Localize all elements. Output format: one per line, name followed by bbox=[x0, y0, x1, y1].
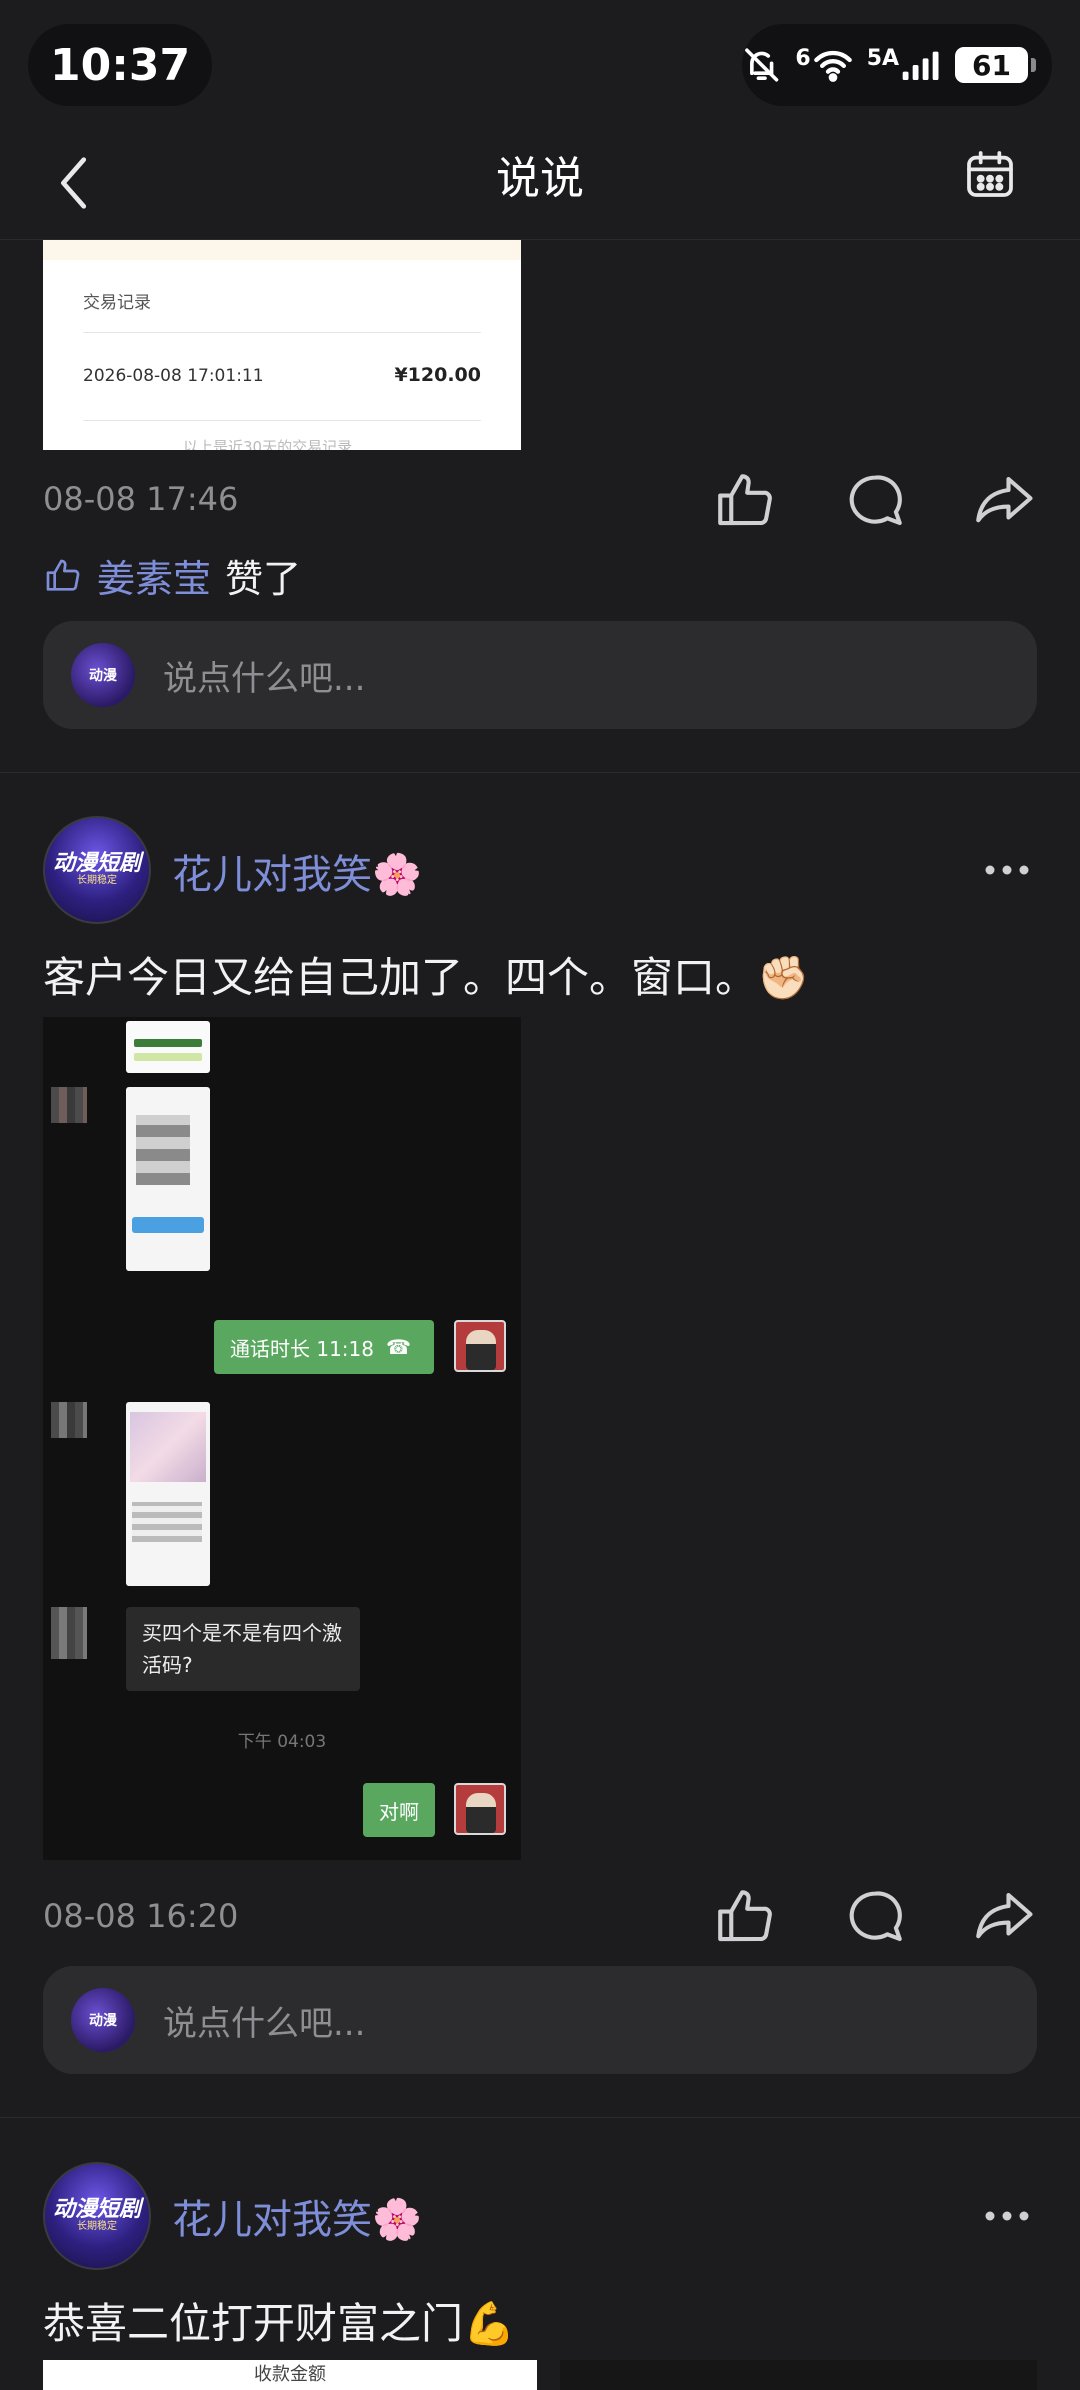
user-avatar[interactable]: 动漫短剧 长期稳定 bbox=[43, 2162, 151, 2270]
self-avatar bbox=[454, 1320, 506, 1372]
post-text: 客户今日又给自己加了。四个。窗口。✊🏻 bbox=[43, 953, 810, 1002]
bell-mute-icon bbox=[745, 48, 779, 82]
call-duration-text: 通话时长 11:18 bbox=[230, 1336, 374, 1361]
comment-input[interactable]: 动漫 说点什么吧... bbox=[43, 621, 1037, 729]
calendar-icon[interactable] bbox=[962, 146, 1018, 202]
post-timestamp: 08-08 16:20 bbox=[43, 1897, 239, 1935]
post-image-receipt[interactable]: 交易记录 2026-08-08 17:01:11 ¥120.00 以上是近30天… bbox=[43, 240, 521, 450]
signal-icon bbox=[902, 51, 939, 80]
username[interactable]: 花儿对我笑🌸 bbox=[172, 2187, 422, 2245]
comment-input[interactable]: 动漫 说点什么吧... bbox=[43, 1966, 1037, 2074]
avatar: 动漫 bbox=[71, 643, 135, 707]
username[interactable]: 花儿对我笑🌸 bbox=[172, 842, 422, 900]
post-divider bbox=[0, 2117, 1080, 2118]
like-small-icon bbox=[46, 559, 80, 591]
comment-icon[interactable] bbox=[842, 468, 908, 534]
like-icon[interactable] bbox=[712, 468, 778, 534]
post-divider bbox=[0, 772, 1080, 773]
battery-icon: 61 bbox=[955, 47, 1036, 83]
share-icon[interactable] bbox=[970, 1884, 1036, 1950]
liker-name[interactable]: 姜素莹 bbox=[97, 548, 211, 603]
receipt-datetime: 2026-08-08 17:01:11 bbox=[83, 366, 264, 386]
status-bar: 10:37 6 5A 61 bbox=[0, 0, 1080, 130]
post-timestamp: 08-08 17:46 bbox=[43, 480, 239, 518]
post-image-preview[interactable] bbox=[560, 2360, 1037, 2390]
call-duration-bubble: 通话时长 11:18 ☎ bbox=[214, 1320, 434, 1374]
comment-placeholder: 说点什么吧... bbox=[163, 2003, 366, 2044]
blurred-avatar bbox=[51, 1607, 87, 1659]
avatar-subtext: 长期稳定 bbox=[77, 875, 117, 886]
reply-bubble: 对啊 bbox=[363, 1783, 435, 1837]
avatar-text: 动漫短剧 bbox=[52, 2197, 141, 2222]
receipt-section-label: 交易记录 bbox=[83, 293, 151, 313]
comment-placeholder: 说点什么吧... bbox=[163, 658, 366, 699]
question-bubble: 买四个是不是有四个激活码? bbox=[126, 1607, 360, 1691]
share-icon[interactable] bbox=[970, 468, 1036, 534]
page-title: 说说 bbox=[496, 153, 584, 204]
more-options-icon[interactable] bbox=[982, 2208, 1032, 2224]
receipt-amount: ¥120.00 bbox=[394, 364, 481, 386]
likes-row: 姜素莹 赞了 bbox=[43, 548, 301, 603]
chat-image-thumb bbox=[126, 1021, 210, 1073]
avatar-text: 动漫短剧 bbox=[52, 851, 141, 876]
network-label-b: 5A bbox=[866, 46, 900, 71]
user-avatar[interactable]: 动漫短剧 长期稳定 bbox=[43, 816, 151, 924]
status-time: 10:37 bbox=[28, 24, 213, 106]
comment-icon[interactable] bbox=[842, 1884, 908, 1950]
likes-suffix: 赞了 bbox=[225, 557, 302, 601]
self-avatar bbox=[454, 1783, 506, 1835]
post-image-preview[interactable]: 收款金额 bbox=[43, 2360, 537, 2390]
chat-timestamp: 下午 04:03 bbox=[237, 1732, 327, 1752]
more-options-icon[interactable] bbox=[982, 862, 1032, 878]
post-text: 恭喜二位打开财富之门💪 bbox=[43, 2299, 516, 2348]
blurred-avatar bbox=[51, 1402, 87, 1438]
like-icon[interactable] bbox=[712, 1884, 778, 1950]
preview-label: 收款金额 bbox=[254, 2364, 326, 2385]
status-icons: 6 5A 61 bbox=[742, 24, 1052, 106]
blurred-avatar bbox=[51, 1087, 87, 1123]
receipt-footer: 以上是近30天的交易记录 bbox=[183, 438, 353, 450]
post-image-chat[interactable]: 通话时长 11:18 ☎ 买四个是不是有四个激活码? 下午 04:03 对啊 bbox=[43, 1017, 521, 1860]
nav-bar: 说说 bbox=[0, 130, 1080, 240]
phone-icon: ☎ bbox=[386, 1335, 411, 1359]
chat-image-thumb bbox=[126, 1087, 210, 1271]
chat-image-thumb bbox=[126, 1402, 210, 1586]
wifi-icon bbox=[813, 50, 852, 82]
avatar-subtext: 长期稳定 bbox=[77, 2221, 117, 2232]
avatar: 动漫 bbox=[71, 1988, 135, 2052]
network-label-a: 6 bbox=[795, 46, 811, 71]
